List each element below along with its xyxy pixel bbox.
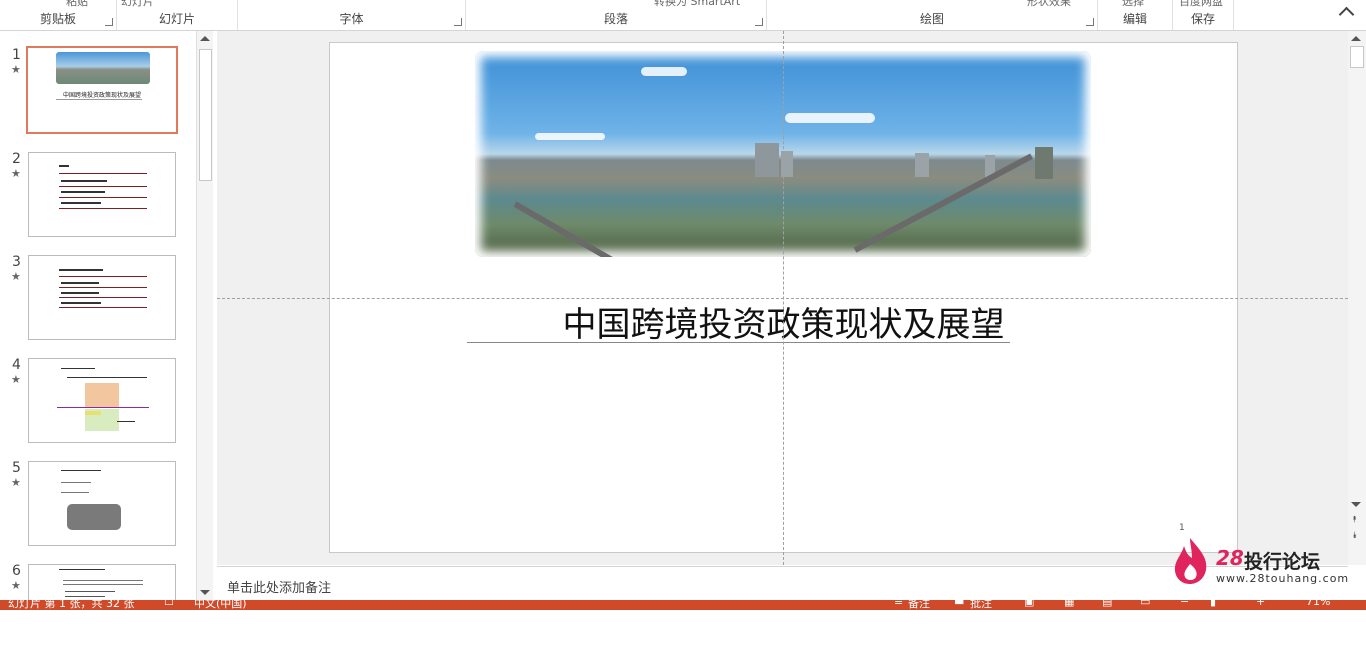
font-group-label: 字体 — [339, 12, 364, 26]
slide-thumbnail-pane[interactable]: 1 ★ 中国跨境投资政策现状及展望 2 ★ 3 ★ 4 ★ 5 ★ 6 ★ — [0, 31, 196, 602]
dialog-launcher-icon[interactable] — [1086, 18, 1094, 26]
slides-button-label[interactable]: 幻灯片 — [121, 0, 154, 9]
thumbnail-frame[interactable] — [28, 152, 176, 237]
notes-placeholder[interactable]: 单击此处添加备注 — [227, 577, 331, 596]
thumbnail-slide-2[interactable]: 2 ★ — [0, 151, 196, 243]
comments-toggle-icon[interactable]: ▬ — [954, 600, 964, 608]
watermark-url: www.28touhang.com — [1216, 572, 1350, 585]
animation-star-icon: ★ — [11, 270, 21, 283]
notes-toggle-label[interactable]: 备注 — [908, 600, 930, 610]
animation-star-icon: ★ — [11, 476, 21, 489]
ribbon-group-font: 字体 — [238, 0, 466, 30]
zoom-in-icon[interactable]: + — [1256, 600, 1265, 608]
paragraph-group-label: 段落 — [603, 12, 628, 26]
baidu-netdisk-label[interactable]: 百度网盘 — [1179, 0, 1223, 9]
title-underline — [467, 342, 1010, 343]
thumbnail-photo — [56, 52, 150, 84]
notes-toggle-icon[interactable]: ≡ — [894, 600, 903, 608]
horizontal-guide[interactable] — [217, 298, 1348, 299]
thumbnail-slide-5[interactable]: 5 ★ — [0, 460, 196, 552]
scroll-up-icon[interactable] — [200, 36, 210, 41]
collapse-ribbon-icon[interactable] — [1338, 6, 1355, 23]
zoom-level[interactable]: 71% — [1306, 600, 1330, 608]
thumbnail-number: 1 — [12, 47, 21, 63]
zoom-slider-icon[interactable]: ▮ — [1210, 600, 1216, 608]
status-bar: 幻灯片 第 1 张，共 32 张 ☐ 中文(中国) ≡ 备注 ▬ 批注 ▣ ▦ … — [0, 600, 1366, 610]
thumbnail-number: 2 — [12, 151, 21, 167]
thumbnail-frame[interactable] — [28, 564, 176, 602]
dialog-launcher-icon[interactable] — [755, 18, 763, 26]
flame-logo-icon — [1174, 538, 1207, 584]
canvas-scrollbar[interactable]: ⯭ ⯯ — [1348, 31, 1366, 565]
save-group-label: 保存 — [1190, 12, 1215, 26]
normal-view-icon[interactable]: ▣ — [1024, 600, 1034, 608]
paste-label[interactable]: 粘贴 — [66, 0, 88, 9]
animation-star-icon: ★ — [11, 579, 21, 592]
reading-view-icon[interactable]: ▤ — [1102, 600, 1112, 608]
thumbnail-frame[interactable] — [28, 461, 176, 546]
animation-star-icon: ★ — [11, 63, 21, 76]
thumbnail-slide-3[interactable]: 3 ★ — [0, 254, 196, 346]
slide-editing-canvas[interactable]: 中国跨境投资政策现状及展望 1 — [217, 31, 1348, 565]
ribbon-group-editing: 选择 编辑 — [1098, 0, 1173, 30]
thumbnail-frame[interactable] — [28, 358, 176, 443]
thumbnail-slide-1[interactable]: 1 ★ 中国跨境投资政策现状及展望 — [0, 46, 196, 139]
editing-group-label: 编辑 — [1122, 12, 1147, 26]
thumbnail-scrollbar[interactable] — [196, 31, 213, 600]
ribbon: 粘贴 剪贴板 幻灯片 幻灯片 字体 转换为 SmartArt 段落 形状效果 绘… — [0, 0, 1366, 31]
dialog-launcher-icon[interactable] — [454, 18, 462, 26]
smartart-button-label[interactable]: 转换为 SmartArt — [654, 0, 740, 9]
dialog-launcher-icon[interactable] — [105, 18, 113, 26]
slide-sorter-icon[interactable]: ▦ — [1064, 600, 1074, 608]
previous-slide-icon[interactable]: ⯭ — [1352, 516, 1357, 525]
thumbnail-number: 4 — [12, 357, 21, 373]
spellcheck-icon[interactable]: ☐ — [164, 600, 174, 608]
slide-number: 1 — [1179, 523, 1185, 533]
watermark-name: 投行论坛 — [1244, 551, 1321, 573]
select-button-label[interactable]: 选择 — [1122, 0, 1144, 9]
slideshow-icon[interactable]: ▭ — [1140, 600, 1150, 608]
scroll-down-icon[interactable] — [200, 590, 210, 595]
ribbon-group-clipboard: 粘贴 剪贴板 — [0, 0, 117, 30]
thumbnail-number: 6 — [12, 563, 21, 579]
scroll-down-icon[interactable] — [1351, 502, 1361, 507]
ribbon-group-save: 百度网盘 保存 — [1173, 0, 1234, 30]
slide-position-status: 幻灯片 第 1 张，共 32 张 — [8, 600, 135, 610]
language-status[interactable]: 中文(中国) — [194, 600, 247, 610]
ribbon-group-paragraph: 转换为 SmartArt 段落 — [466, 0, 767, 30]
ribbon-group-slides: 幻灯片 幻灯片 — [117, 0, 238, 30]
watermark: 28 投行论坛 www.28touhang.com — [1170, 536, 1350, 586]
thumbnail-number: 3 — [12, 254, 21, 270]
thumbnail-frame-selected[interactable]: 中国跨境投资政策现状及展望 — [26, 46, 178, 134]
drawing-group-label: 绘图 — [919, 12, 944, 26]
thumbnail-title: 中国跨境投资政策现状及展望 — [62, 92, 141, 99]
scroll-up-icon[interactable] — [1351, 36, 1361, 41]
thumbnail-number: 5 — [12, 460, 21, 476]
scrollbar-thumb[interactable] — [1350, 46, 1364, 68]
slides-group-label: 幻灯片 — [158, 12, 195, 26]
clipboard-group-label: 剪贴板 — [39, 12, 76, 26]
scrollbar-thumb[interactable] — [199, 49, 212, 181]
shape-effects-label[interactable]: 形状效果 — [1027, 0, 1071, 9]
thumbnail-frame[interactable] — [28, 255, 176, 340]
ribbon-group-drawing: 形状效果 绘图 — [767, 0, 1098, 30]
animation-star-icon: ★ — [11, 373, 21, 386]
animation-star-icon: ★ — [11, 167, 21, 180]
comments-toggle-label[interactable]: 批注 — [970, 600, 992, 610]
watermark-number: 28 — [1216, 546, 1244, 570]
thumbnail-slide-4[interactable]: 4 ★ — [0, 357, 196, 449]
thumbnail-image — [67, 504, 121, 530]
zoom-out-icon[interactable]: − — [1180, 600, 1189, 608]
next-slide-icon[interactable]: ⯯ — [1352, 532, 1357, 541]
